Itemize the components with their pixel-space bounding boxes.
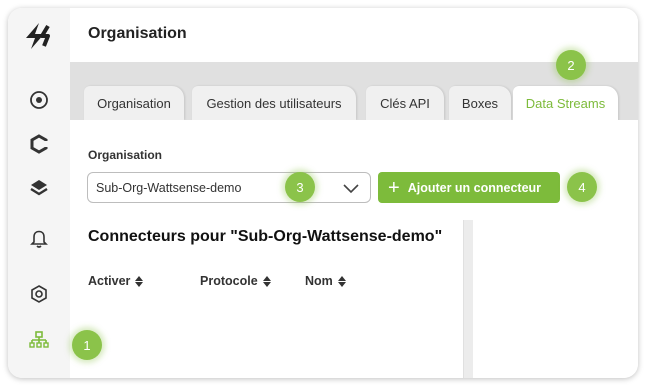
organisation-select-value: Sub-Org-Wattsense-demo bbox=[96, 181, 242, 195]
sort-icon bbox=[337, 275, 346, 287]
logo-icon[interactable] bbox=[22, 22, 56, 50]
tab-bar: Organisation Gestion des utilisateurs Cl… bbox=[70, 62, 638, 121]
page-title: Organisation bbox=[88, 25, 187, 42]
organisation-icon[interactable] bbox=[27, 328, 51, 352]
add-connector-button[interactable]: + Ajouter un connecteur bbox=[378, 172, 560, 203]
chevron-down-icon bbox=[343, 184, 359, 194]
add-connector-label: Ajouter un connecteur bbox=[407, 180, 542, 195]
devices-icon[interactable] bbox=[27, 282, 51, 306]
sort-icon bbox=[262, 275, 271, 287]
column-header-protocole[interactable]: Protocole bbox=[200, 274, 271, 288]
main-content: Organisation Sub-Org-Wattsense-demo + Aj… bbox=[70, 120, 638, 378]
sort-icon bbox=[135, 275, 144, 287]
sidebar bbox=[8, 8, 71, 378]
tab-data-streams[interactable]: Data Streams bbox=[513, 86, 618, 121]
tab-organisation[interactable]: Organisation bbox=[84, 86, 184, 120]
column-label-activer: Activer bbox=[88, 274, 131, 288]
organisation-label: Organisation bbox=[88, 148, 163, 162]
layers-icon[interactable] bbox=[27, 176, 51, 200]
column-label-protocole: Protocole bbox=[200, 274, 258, 288]
tab-boxes[interactable]: Boxes bbox=[449, 86, 511, 120]
step-badge-3: 3 bbox=[285, 172, 315, 202]
page-header: Organisation bbox=[70, 8, 638, 63]
column-header-nom[interactable]: Nom bbox=[305, 274, 346, 288]
step-badge-4: 4 bbox=[567, 172, 597, 202]
app-window: Organisation Organisation Gestion des ut… bbox=[8, 8, 638, 378]
tab-cles-api[interactable]: Clés API bbox=[366, 86, 444, 120]
bell-icon[interactable] bbox=[27, 226, 51, 250]
column-header-activer[interactable]: Activer bbox=[88, 274, 144, 288]
step-badge-2: 2 bbox=[556, 50, 586, 80]
organisation-select[interactable]: Sub-Org-Wattsense-demo bbox=[87, 172, 371, 203]
connectors-icon[interactable] bbox=[27, 132, 51, 156]
column-label-nom: Nom bbox=[305, 274, 333, 288]
panel-divider[interactable] bbox=[463, 220, 473, 378]
location-icon[interactable] bbox=[27, 88, 51, 112]
plus-icon: + bbox=[388, 176, 400, 199]
step-badge-1: 1 bbox=[72, 330, 102, 360]
tab-gestion-utilisateurs[interactable]: Gestion des utilisateurs bbox=[192, 86, 356, 120]
connectors-title: Connecteurs pour "Sub-Org-Wattsense-demo… bbox=[88, 228, 443, 245]
